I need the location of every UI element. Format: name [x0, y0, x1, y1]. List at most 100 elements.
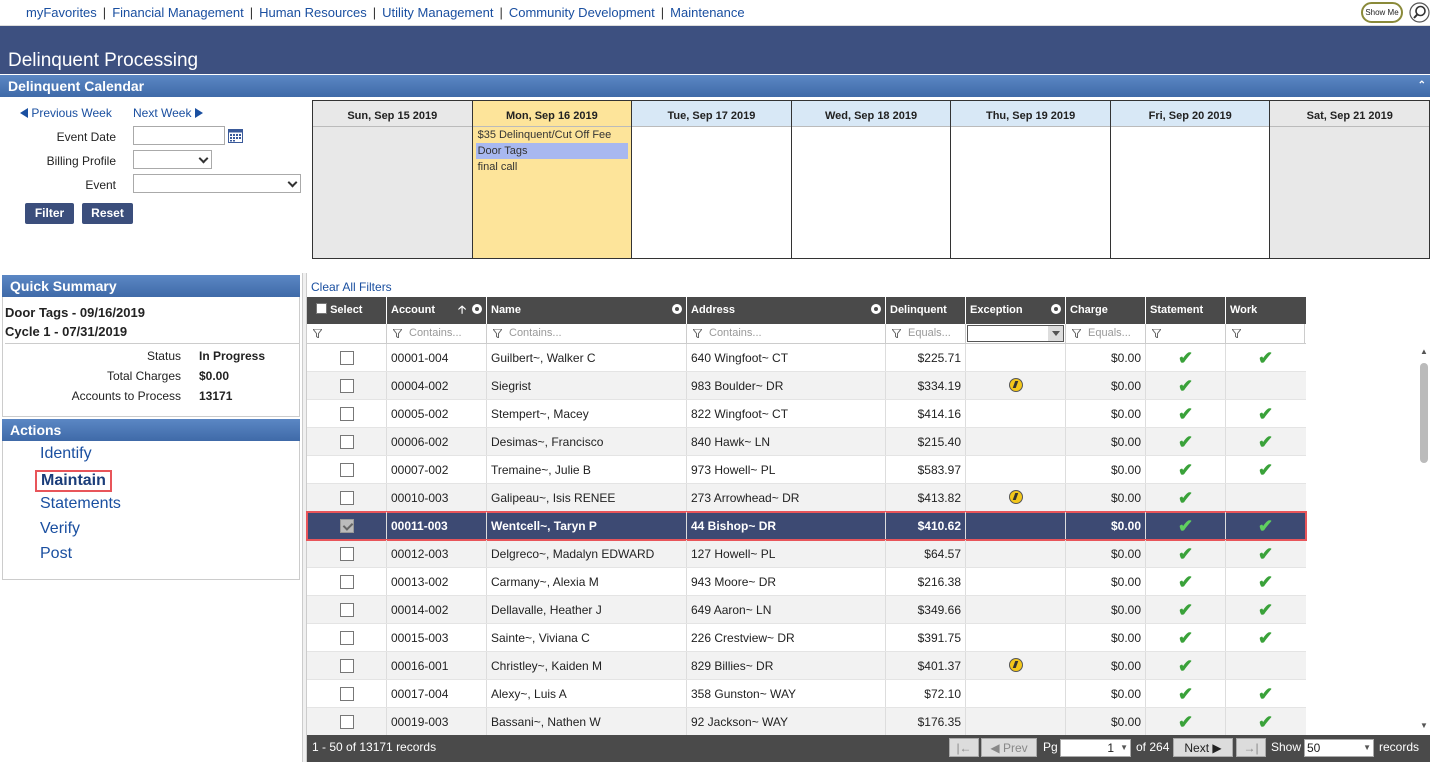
column-header-statement[interactable]: Statement — [1146, 297, 1226, 324]
exception-warning-icon[interactable] — [1008, 378, 1023, 392]
action-maintain[interactable]: Maintain — [35, 470, 112, 492]
table-row[interactable]: 00017-004 Alexy~, Luis A 358 Gunston~ WAY $… — [307, 680, 1306, 708]
row-select-cell[interactable] — [307, 708, 387, 735]
select-filter[interactable] — [307, 324, 387, 343]
row-select-cell[interactable] — [307, 512, 387, 539]
calendar-event[interactable]: $35 Delinquent/Cut Off Fee — [476, 127, 629, 143]
table-row[interactable]: 00005-002 Stempert~, Macey 822 Wingfoot~ C… — [307, 400, 1306, 428]
nav-link-community-development[interactable]: Community Development — [509, 5, 655, 20]
column-header-account[interactable]: Account 🡡 — [387, 297, 487, 324]
exception-warning-icon[interactable] — [1008, 490, 1023, 504]
table-row[interactable]: 00011-003 Wentcell~, Taryn P 44 Bishop~ DR… — [306, 511, 1307, 541]
nav-link-utility-management[interactable]: Utility Management — [382, 5, 493, 20]
table-row[interactable]: 00010-003 Galipeau~, Isis RENEE 273 Arrowh… — [307, 484, 1306, 512]
row-select-cell[interactable] — [307, 456, 387, 483]
nav-link-financial-management[interactable]: Financial Management — [112, 5, 244, 20]
row-checkbox[interactable] — [339, 407, 354, 421]
account-filter-input[interactable]: Contains... — [387, 324, 487, 343]
next-page-button[interactable]: Next ▶ — [1173, 738, 1233, 757]
action-identify[interactable]: Identify — [40, 445, 92, 463]
row-checkbox[interactable] — [339, 379, 354, 393]
row-checkbox[interactable] — [339, 491, 354, 505]
action-statements[interactable]: Statements — [40, 495, 121, 513]
row-select-cell[interactable] — [307, 484, 387, 511]
statement-filter[interactable] — [1146, 324, 1226, 343]
address-filter-input[interactable]: Contains... — [687, 324, 886, 343]
column-header-delinquent[interactable]: Delinquent — [886, 297, 966, 324]
row-select-cell[interactable] — [307, 568, 387, 595]
table-row[interactable]: 00006-002 Desimas~, Francisco 840 Hawk~ LN… — [307, 428, 1306, 456]
charge-filter-input[interactable]: Equals... — [1066, 324, 1146, 343]
column-header-exception[interactable]: Exception — [966, 297, 1066, 324]
action-verify[interactable]: Verify — [40, 520, 80, 538]
table-row[interactable]: 00004-002 Siegrist 983 Boulder~ DR $334.19 $… — [307, 372, 1306, 400]
row-checkbox[interactable] — [339, 435, 354, 449]
nav-link-myfavorites[interactable]: myFavorites — [26, 5, 97, 20]
select-all-checkbox[interactable] — [316, 303, 327, 314]
row-checkbox[interactable] — [339, 351, 354, 365]
table-row[interactable]: 00016-001 Christley~, Kaiden M 829 Billies… — [307, 652, 1306, 680]
row-checkbox[interactable] — [339, 519, 354, 533]
grid-scrollbar[interactable]: ▲ ▼ — [1418, 345, 1430, 735]
row-checkbox[interactable] — [339, 463, 354, 477]
row-select-cell[interactable] — [307, 400, 387, 427]
previous-week-link[interactable]: Previous Week — [20, 106, 112, 120]
exception-warning-icon[interactable] — [1008, 658, 1023, 672]
collapse-icon[interactable]: ⌃ — [1418, 75, 1426, 97]
calendar-day[interactable]: Sun, Sep 15 2019 — [313, 101, 473, 258]
gear-icon[interactable] — [1051, 304, 1061, 314]
row-select-cell[interactable] — [307, 596, 387, 623]
calendar-day[interactable]: Mon, Sep 16 2019 $35 Delinquent/Cut Off F… — [472, 101, 633, 258]
table-row[interactable]: 00012-003 Delgreco~, Madalyn EDWARD 127 Ho… — [307, 540, 1306, 568]
row-select-cell[interactable] — [307, 624, 387, 651]
row-select-cell[interactable] — [307, 372, 387, 399]
column-header-select[interactable]: Select — [307, 297, 387, 324]
calendar-event[interactable]: final call — [476, 159, 629, 175]
row-select-cell[interactable] — [307, 652, 387, 679]
row-select-cell[interactable] — [307, 540, 387, 567]
prev-page-button[interactable]: ◀ Prev — [981, 738, 1037, 757]
row-select-cell[interactable] — [307, 680, 387, 707]
nav-link-maintenance[interactable]: Maintenance — [670, 5, 744, 20]
column-header-charge[interactable]: Charge — [1066, 297, 1146, 324]
row-checkbox[interactable] — [339, 603, 354, 617]
scroll-up-icon[interactable]: ▲ — [1420, 347, 1428, 356]
delinquent-filter-input[interactable]: Equals... — [886, 324, 966, 343]
table-row[interactable]: 00013-002 Carmany~, Alexia M 943 Moore~ DR… — [307, 568, 1306, 596]
event-select[interactable] — [133, 174, 301, 193]
clear-all-filters-link[interactable]: Clear All Filters — [311, 280, 392, 294]
page-size-select[interactable]: 50 ▼ — [1304, 739, 1374, 757]
nav-link-human-resources[interactable]: Human Resources — [259, 5, 367, 20]
column-header-work[interactable]: Work — [1226, 297, 1305, 324]
row-checkbox[interactable] — [339, 631, 354, 645]
table-row[interactable]: 00015-003 Sainte~, Viviana C 226 Crestview… — [307, 624, 1306, 652]
gear-icon[interactable] — [472, 304, 482, 314]
filter-button[interactable]: Filter — [25, 203, 74, 224]
table-row[interactable]: 00014-002 Dellavalle, Heather J 649 Aaron~… — [307, 596, 1306, 624]
action-post[interactable]: Post — [40, 545, 72, 563]
table-row[interactable]: 00019-003 Bassani~, Nathen W 92 Jackson~ W… — [307, 708, 1306, 736]
work-filter[interactable] — [1226, 324, 1305, 343]
next-week-link[interactable]: Next Week — [133, 106, 203, 120]
page-number-input[interactable]: 1 ▼ — [1060, 739, 1131, 757]
event-date-input[interactable] — [133, 126, 225, 145]
scrollbar-thumb[interactable] — [1420, 363, 1428, 463]
column-header-name[interactable]: Name — [487, 297, 687, 324]
search-icon[interactable] — [1409, 2, 1430, 23]
sort-ascending-icon[interactable]: 🡡 — [458, 301, 466, 319]
calendar-event[interactable]: Door Tags — [475, 143, 629, 159]
table-row[interactable]: 00001-004 Guilbert~, Walker C 640 Wingfoot… — [307, 344, 1306, 372]
row-checkbox[interactable] — [339, 575, 354, 589]
exception-filter-select[interactable] — [966, 324, 1066, 343]
row-select-cell[interactable] — [307, 428, 387, 455]
row-checkbox[interactable] — [339, 547, 354, 561]
billing-profile-select[interactable] — [133, 150, 212, 169]
calendar-icon[interactable] — [228, 128, 243, 143]
last-page-button[interactable]: →| — [1236, 738, 1266, 757]
calendar-day[interactable]: Sat, Sep 21 2019 — [1270, 101, 1430, 258]
calendar-day[interactable]: Fri, Sep 20 2019 — [1110, 101, 1271, 258]
calendar-day[interactable]: Wed, Sep 18 2019 — [791, 101, 952, 258]
first-page-button[interactable]: |← — [949, 738, 979, 757]
show-me-button[interactable]: Show Me — [1361, 2, 1403, 23]
calendar-day[interactable]: Thu, Sep 19 2019 — [951, 101, 1111, 258]
